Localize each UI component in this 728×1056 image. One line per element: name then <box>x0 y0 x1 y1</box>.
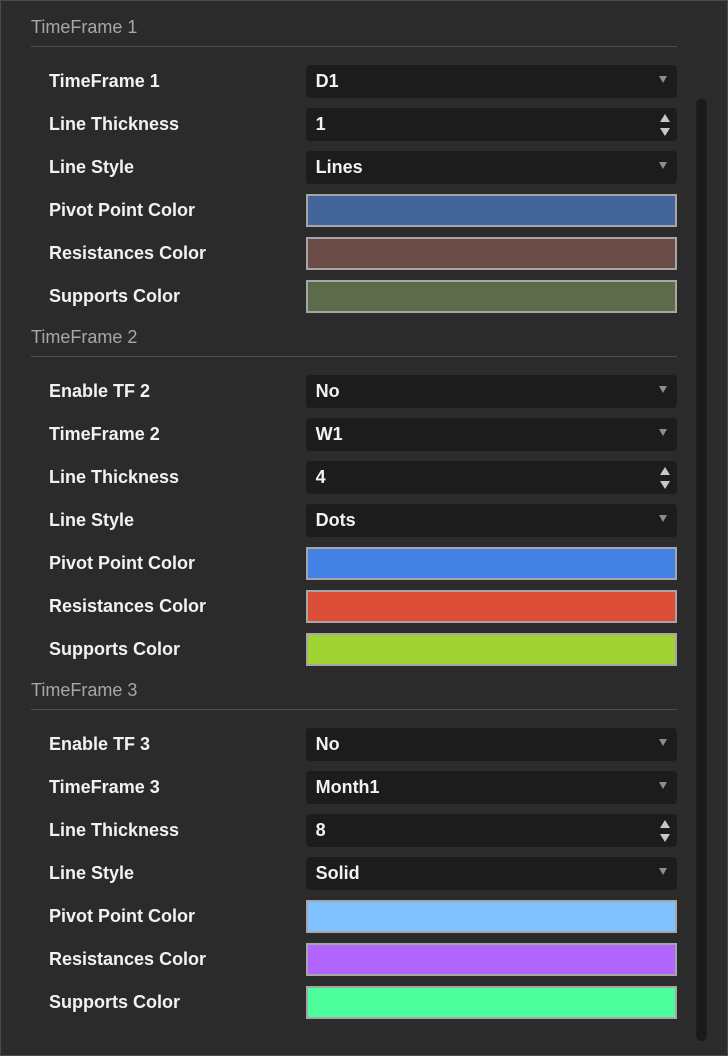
decrement-arrow-icon[interactable] <box>660 481 670 489</box>
settings-panel: TimeFrame 1 TimeFrame 1 D1 Line Thickness 1 L… <box>0 0 728 1056</box>
setting-row-pivot-point-color: Pivot Point Color <box>31 895 677 938</box>
setting-label: Resistances Color <box>49 596 207 616</box>
resistances-color-swatch[interactable] <box>305 237 677 270</box>
line-thickness-stepper[interactable]: 8 <box>305 814 677 847</box>
timeframe-3-select[interactable]: Month1 <box>305 771 677 804</box>
decrement-arrow-icon[interactable] <box>660 834 670 842</box>
setting-row-line-thickness: Line Thickness 4 <box>31 456 677 499</box>
increment-arrow-icon[interactable] <box>660 114 670 122</box>
control-value: D1 <box>315 71 339 91</box>
setting-label: Enable TF 2 <box>49 381 151 401</box>
setting-label: Enable TF 3 <box>49 734 151 754</box>
increment-arrow-icon[interactable] <box>660 467 670 475</box>
chevron-down-icon[interactable] <box>659 868 667 875</box>
setting-row-resistances-color: Resistances Color <box>31 938 677 981</box>
setting-label: Supports Color <box>49 286 180 306</box>
section-header: TimeFrame 2 <box>31 318 677 357</box>
setting-label: TimeFrame 2 <box>49 424 160 444</box>
setting-label: Supports Color <box>49 992 180 1012</box>
setting-label: Pivot Point Color <box>49 553 195 573</box>
setting-row-timeframe-2: TimeFrame 2 W1 <box>31 413 677 456</box>
setting-label: Resistances Color <box>49 243 207 263</box>
control-value: No <box>315 381 340 401</box>
setting-row-line-thickness: Line Thickness 8 <box>31 809 677 852</box>
enable-tf-2-select[interactable]: No <box>305 375 677 408</box>
chevron-down-icon[interactable] <box>659 76 667 83</box>
control-value: No <box>315 734 340 754</box>
setting-row-line-style: Line Style Lines <box>31 146 677 189</box>
spinner-icon[interactable] <box>660 114 670 136</box>
setting-label: TimeFrame 1 <box>49 71 160 91</box>
pivot-point-color-swatch[interactable] <box>305 547 677 580</box>
line-thickness-stepper[interactable]: 4 <box>305 461 677 494</box>
control-value: Lines <box>315 157 363 177</box>
enable-tf-3-select[interactable]: No <box>305 728 677 761</box>
scrollbar[interactable] <box>696 99 707 1041</box>
spinner-icon[interactable] <box>660 467 670 489</box>
line-style-select[interactable]: Solid <box>305 857 677 890</box>
scrollbar-thumb[interactable] <box>697 99 706 1041</box>
timeframe-1-select[interactable]: D1 <box>305 65 677 98</box>
control-value: W1 <box>315 424 343 444</box>
setting-label: Pivot Point Color <box>49 200 195 220</box>
setting-row-line-style: Line Style Dots <box>31 499 677 542</box>
setting-label: Resistances Color <box>49 949 207 969</box>
setting-row-line-thickness: Line Thickness 1 <box>31 103 677 146</box>
setting-row-pivot-point-color: Pivot Point Color <box>31 542 677 585</box>
setting-label: Line Thickness <box>49 820 180 840</box>
control-value: Dots <box>315 510 356 530</box>
control-value: 1 <box>315 114 326 134</box>
pivot-point-color-swatch[interactable] <box>305 194 677 227</box>
supports-color-swatch[interactable] <box>305 280 677 313</box>
setting-label: Line Style <box>49 863 135 883</box>
line-style-select[interactable]: Dots <box>305 504 677 537</box>
setting-row-resistances-color: Resistances Color <box>31 585 677 628</box>
setting-label: Pivot Point Color <box>49 906 195 926</box>
spinner-icon[interactable] <box>660 820 670 842</box>
chevron-down-icon[interactable] <box>659 782 667 789</box>
increment-arrow-icon[interactable] <box>660 820 670 828</box>
resistances-color-swatch[interactable] <box>305 590 677 623</box>
section-timeframe-1: TimeFrame 1 TimeFrame 1 D1 Line Thickness 1 L… <box>31 8 677 318</box>
setting-row-enable-tf-2: Enable TF 2 No <box>31 370 677 413</box>
chevron-down-icon[interactable] <box>659 162 667 169</box>
chevron-down-icon[interactable] <box>659 739 667 746</box>
section-header: TimeFrame 1 <box>31 8 677 47</box>
setting-label: Line Thickness <box>49 114 180 134</box>
control-value: 4 <box>315 467 326 487</box>
setting-row-timeframe-1: TimeFrame 1 D1 <box>31 60 677 103</box>
setting-label: Line Thickness <box>49 467 180 487</box>
section-timeframe-2: TimeFrame 2 Enable TF 2 No TimeFrame 2 W1 Lin… <box>31 318 677 671</box>
chevron-down-icon[interactable] <box>659 386 667 393</box>
settings-list: TimeFrame 1 TimeFrame 1 D1 Line Thickness 1 L… <box>1 8 727 1024</box>
setting-row-pivot-point-color: Pivot Point Color <box>31 189 677 232</box>
timeframe-2-select[interactable]: W1 <box>305 418 677 451</box>
setting-label: Line Style <box>49 510 135 530</box>
section-header: TimeFrame 3 <box>31 671 677 710</box>
section-timeframe-3: TimeFrame 3 Enable TF 3 No TimeFrame 3 Month… <box>31 671 677 1024</box>
line-thickness-stepper[interactable]: 1 <box>305 108 677 141</box>
control-value: 8 <box>315 820 326 840</box>
setting-row-timeframe-3: TimeFrame 3 Month1 <box>31 766 677 809</box>
setting-label: Line Style <box>49 157 135 177</box>
setting-label: TimeFrame 3 <box>49 777 160 797</box>
supports-color-swatch[interactable] <box>305 986 677 1019</box>
chevron-down-icon[interactable] <box>659 429 667 436</box>
setting-row-supports-color: Supports Color <box>31 628 677 671</box>
resistances-color-swatch[interactable] <box>305 943 677 976</box>
setting-row-enable-tf-3: Enable TF 3 No <box>31 723 677 766</box>
setting-row-supports-color: Supports Color <box>31 275 677 318</box>
supports-color-swatch[interactable] <box>305 633 677 666</box>
setting-row-line-style: Line Style Solid <box>31 852 677 895</box>
setting-label: Supports Color <box>49 639 180 659</box>
chevron-down-icon[interactable] <box>659 515 667 522</box>
control-value: Solid <box>315 863 360 883</box>
line-style-select[interactable]: Lines <box>305 151 677 184</box>
control-value: Month1 <box>315 777 380 797</box>
pivot-point-color-swatch[interactable] <box>305 900 677 933</box>
setting-row-supports-color: Supports Color <box>31 981 677 1024</box>
setting-row-resistances-color: Resistances Color <box>31 232 677 275</box>
decrement-arrow-icon[interactable] <box>660 128 670 136</box>
